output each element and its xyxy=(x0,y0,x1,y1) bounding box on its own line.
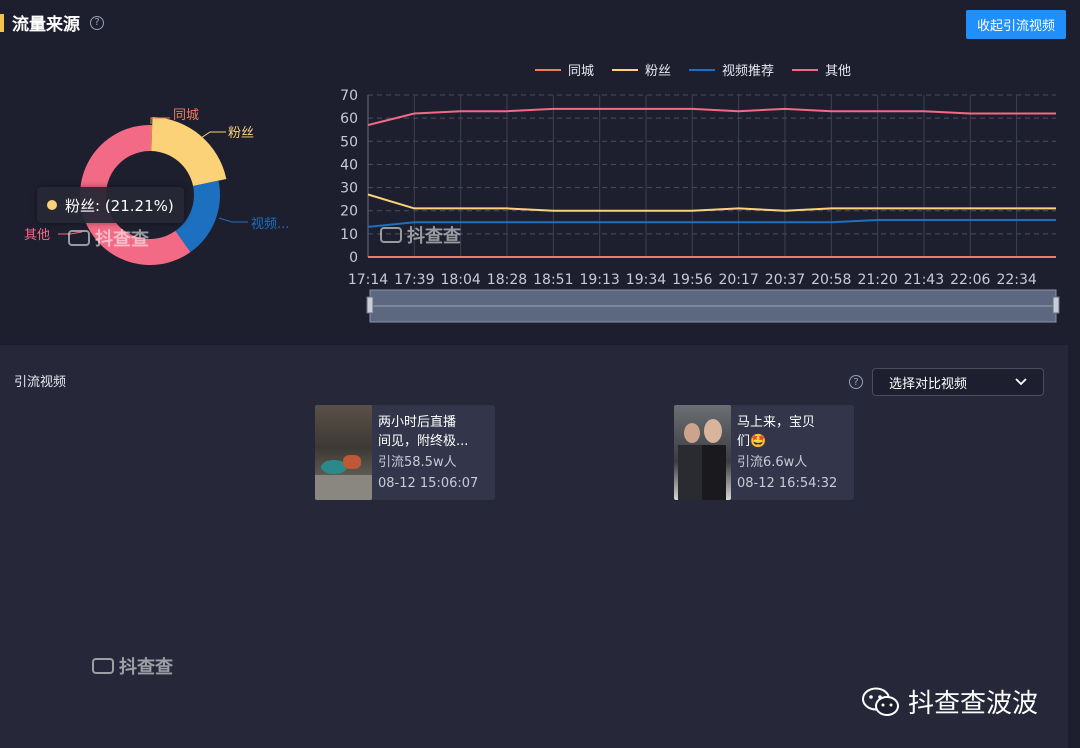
x-tick-label: 21:43 xyxy=(904,272,944,288)
donut-label-tongcheng: 同城 xyxy=(173,108,199,123)
series-line xyxy=(367,193,1056,212)
video-time: 08-12 15:06:07 xyxy=(378,476,479,491)
y-tick-label: 0 xyxy=(349,250,358,266)
compare-video-select[interactable]: 选择对比视频 xyxy=(872,368,1044,396)
donut-label-qita: 其他 xyxy=(24,228,50,243)
donut-label-shipin: 视频... xyxy=(251,217,289,232)
y-tick-label: 40 xyxy=(340,157,358,173)
video-thumbnail xyxy=(674,405,731,500)
x-tick-label: 17:14 xyxy=(348,272,388,288)
y-tick-label: 20 xyxy=(340,204,358,220)
video-thumbnail xyxy=(315,405,372,500)
range-handle-right xyxy=(1052,296,1060,314)
watermark-icon xyxy=(380,227,402,243)
series-line xyxy=(367,107,1056,127)
x-tick-label: 20:58 xyxy=(811,272,851,288)
video-title-line2: 间见，附终极... xyxy=(378,434,469,449)
compare-help-icon[interactable]: ? xyxy=(849,375,863,389)
tooltip-text: 粉丝: (21.21%) xyxy=(65,196,174,215)
x-tick-label: 21:20 xyxy=(857,272,897,288)
brand-text: 抖查查波波 xyxy=(908,689,1039,719)
donut-slice xyxy=(151,117,227,186)
y-tick-label: 50 xyxy=(340,134,358,150)
x-tick-label: 22:06 xyxy=(950,272,990,288)
watermark-text: 抖查查 xyxy=(407,226,461,247)
x-tick-label: 20:37 xyxy=(765,272,805,288)
x-tick-label: 17:39 xyxy=(394,272,434,288)
video-title-line1: 马上来，宝贝 xyxy=(737,415,816,430)
x-tick-label: 19:56 xyxy=(672,272,712,288)
x-tick-label: 18:51 xyxy=(533,272,573,288)
brand-signature: 抖查查波波 xyxy=(862,683,1038,720)
donut-label-fensi: 粉丝 xyxy=(228,126,254,141)
leader-line xyxy=(218,217,248,223)
series-line xyxy=(367,218,1056,228)
x-tick-label: 19:13 xyxy=(579,272,619,288)
x-tick-label: 20:17 xyxy=(718,272,758,288)
x-tick-label: 18:04 xyxy=(440,272,480,288)
y-tick-label: 10 xyxy=(340,227,358,243)
watermark-donut: 抖查查 xyxy=(68,225,149,251)
video-traffic: 引流6.6w人 xyxy=(737,455,808,470)
video-time: 08-12 16:54:32 xyxy=(737,476,838,491)
y-tick-label: 70 xyxy=(340,88,358,104)
watermark-line: 抖查查 xyxy=(380,222,461,248)
watermark-icon xyxy=(68,230,90,246)
x-tick-label: 19:34 xyxy=(626,272,666,288)
watermark-text: 抖查查 xyxy=(95,229,149,250)
video-title-line1: 两小时后直播 xyxy=(378,415,457,430)
video-card-2[interactable]: 马上来，宝贝 们🤩 引流6.6w人 08-12 16:54:32 xyxy=(674,405,854,500)
y-tick-label: 30 xyxy=(340,181,358,197)
video-traffic: 引流58.5w人 xyxy=(378,455,457,470)
section-title: 引流视频 xyxy=(14,375,67,390)
video-info: 两小时后直播 间见，附终极... 引流58.5w人 08-12 15:06:07 xyxy=(372,405,478,500)
video-info: 马上来，宝贝 们🤩 引流6.6w人 08-12 16:54:32 xyxy=(731,405,837,500)
x-tick-label: 18:28 xyxy=(487,272,527,288)
video-card-1[interactable]: 两小时后直播 间见，附终极... 引流58.5w人 08-12 15:06:07 xyxy=(315,405,495,500)
wechat-icon xyxy=(862,687,899,716)
range-handle-left xyxy=(366,296,374,314)
watermark-text: 抖查查 xyxy=(119,657,173,678)
chevron-down-icon xyxy=(1015,378,1027,386)
watermark-bottom: 抖查查 xyxy=(92,653,173,679)
watermark-icon xyxy=(92,658,114,674)
compare-select-value: 选择对比视频 xyxy=(889,376,968,392)
y-tick-label: 60 xyxy=(340,111,358,127)
donut-tooltip: 粉丝: (21.21%) xyxy=(37,187,184,223)
video-title-line2: 们🤩 xyxy=(737,434,767,449)
x-tick-label: 22:34 xyxy=(996,272,1036,288)
tooltip-dot xyxy=(47,200,57,210)
